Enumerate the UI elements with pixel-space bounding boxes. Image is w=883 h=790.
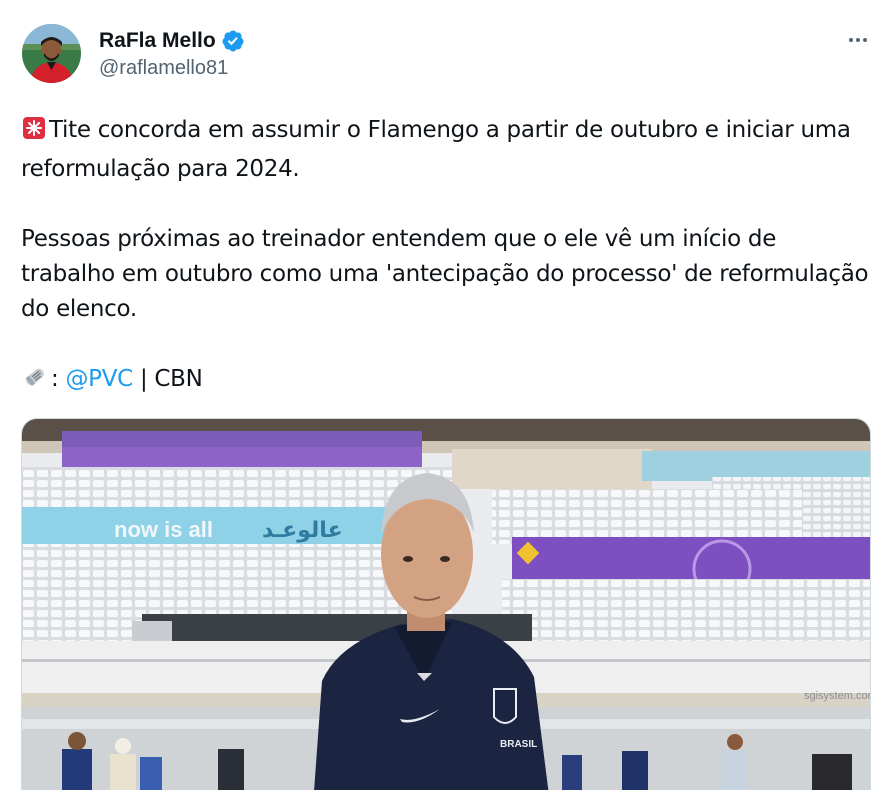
profile-photo xyxy=(22,24,81,83)
jacket-text: BRASIL xyxy=(500,739,537,750)
mention-link[interactable]: @PVC xyxy=(65,366,133,392)
author-handle[interactable]: @raflamello81 xyxy=(99,57,228,80)
author-display-name[interactable]: RaFla Mello xyxy=(99,29,216,53)
banner-arabic-text: عالوعـد xyxy=(262,518,343,543)
stadium-photo: now is all عالوعـد sgisystem.com BRASIL xyxy=(22,419,871,790)
tweet-paragraph-1-text: Tite concorda em assumir o Flamengo a pa… xyxy=(21,117,851,182)
source-prefix: : xyxy=(51,366,66,392)
rolled-newspaper-emoji xyxy=(21,364,49,401)
tweet-paragraph-2: Pessoas próximas ao treinador entendem q… xyxy=(21,226,869,322)
more-options-icon[interactable] xyxy=(838,28,878,52)
tweet-paragraph-1: Tite concorda em assumir o Flamengo a pa… xyxy=(21,113,871,187)
siren-emoji xyxy=(21,115,47,152)
author-avatar[interactable] xyxy=(22,24,81,83)
banner-latin-text: now is all xyxy=(114,517,213,542)
sponsor-text: sgisystem.com xyxy=(804,690,871,702)
author-name-row[interactable]: RaFla Mello xyxy=(99,26,245,56)
source-suffix: | CBN xyxy=(132,366,203,392)
tweet-card: RaFla Mello @raflamello81 Tite concorda … xyxy=(0,0,883,790)
tweet-text: Tite concorda em assumir o Flamengo a pa… xyxy=(21,113,871,401)
tweet-source-line: : @PVC | CBN xyxy=(21,362,871,401)
verified-badge-icon[interactable] xyxy=(221,29,245,53)
tweet-media-image[interactable]: now is all عالوعـد sgisystem.com BRASIL xyxy=(21,418,871,790)
